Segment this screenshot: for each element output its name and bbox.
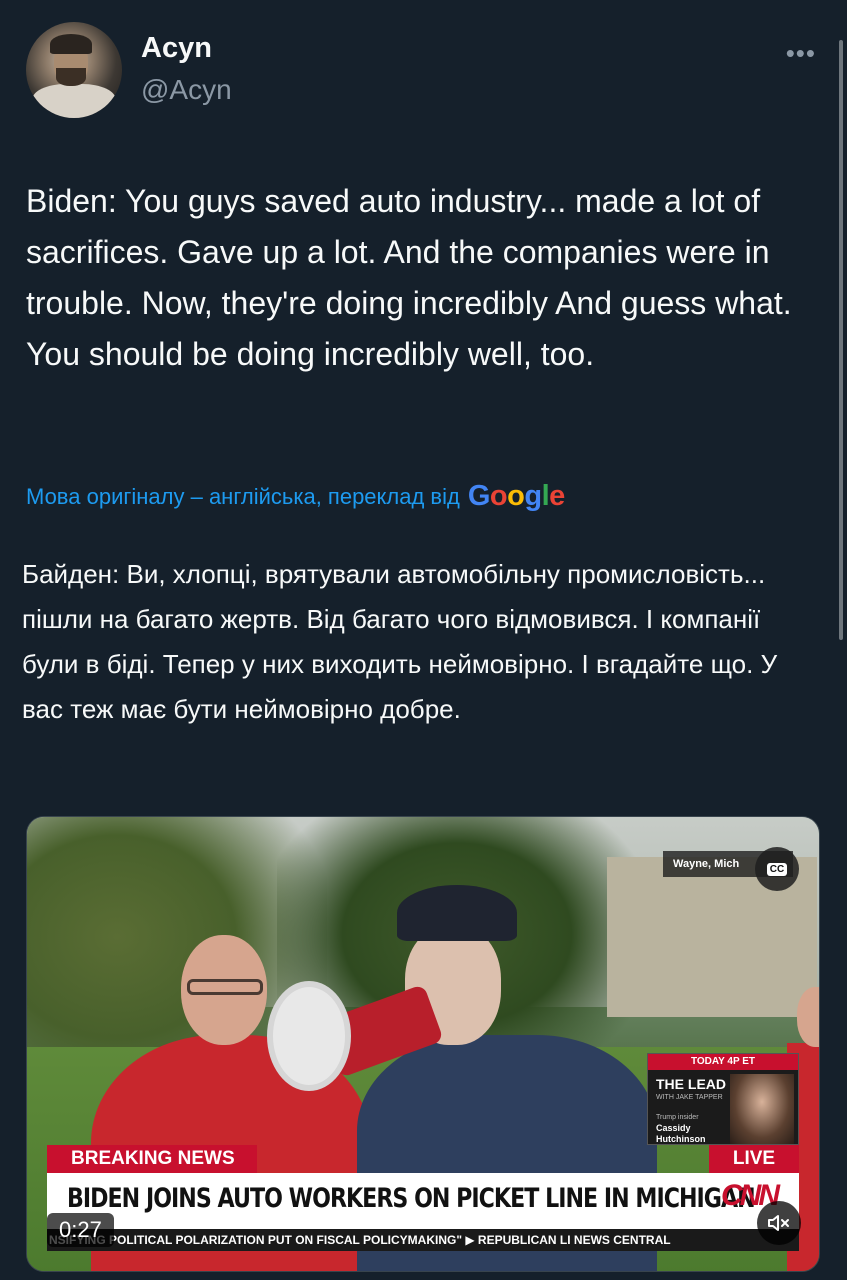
promo-host: WITH JAKE TAPPER xyxy=(656,1094,723,1101)
live-label: LIVE xyxy=(709,1145,799,1173)
tweet-text: Biden: You guys saved auto industry... m… xyxy=(26,183,792,372)
chyron-headline: BIDEN JOINS AUTO WORKERS ON PICKET LINE … xyxy=(67,1183,756,1214)
translated-text: Байден: Ви, хлопці, врятували автомобіль… xyxy=(22,559,778,724)
promo-photo xyxy=(730,1074,794,1144)
promo-box: TODAY 4P ET THE LEAD WITH JAKE TAPPER Tr… xyxy=(647,1053,799,1145)
tweet-header: Acyn @Acyn ••• xyxy=(26,22,826,122)
promo-guest-title: Trump insider xyxy=(656,1114,699,1121)
google-logo: Google xyxy=(467,480,565,512)
more-horizontal-icon[interactable]: ••• xyxy=(786,38,816,69)
translation-attribution[interactable]: Мова оригіналу – англійська, переклад ві… xyxy=(26,480,565,513)
author-handle[interactable]: @Acyn xyxy=(141,74,232,106)
scrollbar[interactable] xyxy=(839,40,843,640)
video-player[interactable]: Wayne, Mich CC TODAY 4P ET THE LEAD WITH… xyxy=(26,816,820,1272)
megaphone xyxy=(267,981,444,1091)
promo-guest: Trump insider Cassidy Hutchinson xyxy=(656,1112,720,1145)
promo-show: THE LEAD xyxy=(656,1076,726,1092)
closed-captions-icon[interactable]: CC xyxy=(755,847,799,891)
news-ticker: NSIFYING POLITICAL POLARIZATION PUT ON F… xyxy=(47,1229,799,1251)
translation-note: Мова оригіналу – англійська, переклад ві… xyxy=(26,483,460,509)
promo-guest-name: Cassidy Hutchinson xyxy=(656,1123,706,1144)
author-name[interactable]: Acyn xyxy=(141,32,212,65)
promo-time: TODAY 4P ET xyxy=(648,1054,798,1070)
breaking-news-label: BREAKING NEWS xyxy=(47,1145,257,1173)
avatar[interactable] xyxy=(26,22,122,118)
video-duration: 0:27 xyxy=(47,1213,114,1247)
ticker-text: NSIFYING POLITICAL POLARIZATION PUT ON F… xyxy=(49,1233,671,1247)
speaker-muted-icon[interactable] xyxy=(757,1201,801,1245)
chyron: BIDEN JOINS AUTO WORKERS ON PICKET LINE … xyxy=(47,1173,799,1229)
